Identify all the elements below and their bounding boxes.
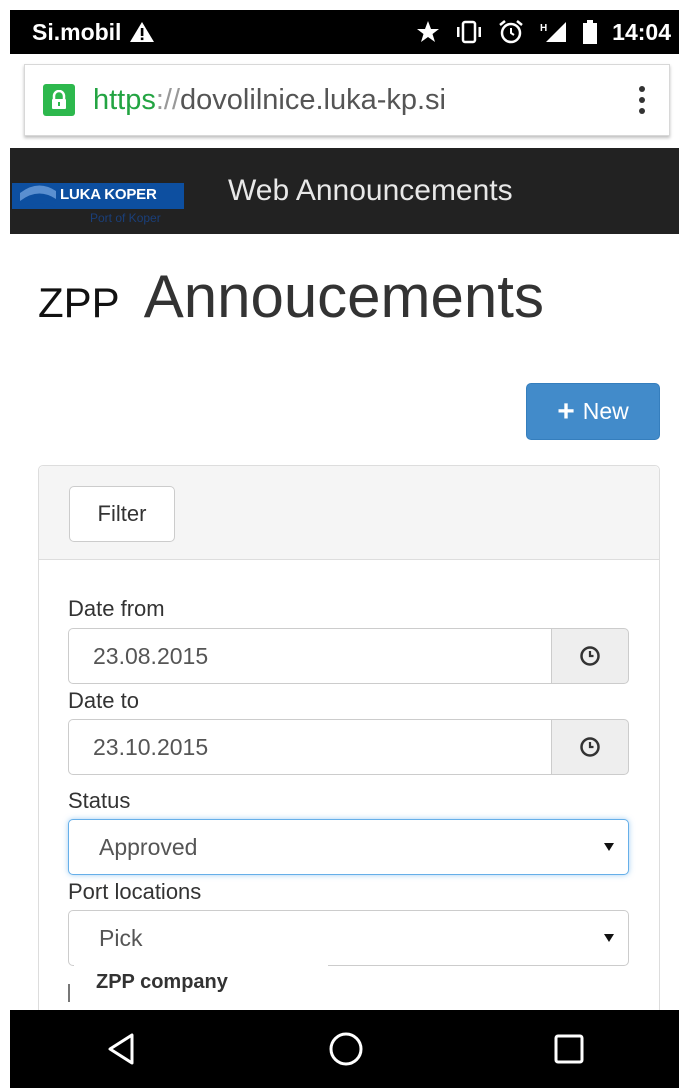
status-select-value: Approved bbox=[99, 833, 198, 860]
partial-label-edge bbox=[68, 984, 70, 1002]
vibrate-icon bbox=[457, 20, 482, 44]
date-from-input[interactable]: 23.08.2015 bbox=[68, 628, 551, 684]
date-from-group: 23.08.2015 bbox=[68, 628, 629, 684]
filter-panel-heading: Filter bbox=[39, 466, 659, 560]
date-from-picker-button[interactable] bbox=[551, 628, 629, 684]
url-separator: :// bbox=[155, 83, 181, 116]
back-icon[interactable] bbox=[104, 1031, 140, 1067]
url-scheme: https bbox=[93, 83, 156, 116]
battery-icon bbox=[583, 20, 598, 44]
lock-icon bbox=[43, 84, 75, 116]
clock-icon bbox=[580, 737, 600, 757]
filter-toggle-button[interactable]: Filter bbox=[69, 486, 175, 542]
alarm-icon bbox=[499, 20, 523, 44]
luka-koper-logo[interactable]: LUKA KOPER Port of Koper bbox=[12, 161, 184, 225]
date-to-input[interactable]: 23.10.2015 bbox=[68, 719, 551, 775]
page-title: ZPP Annoucements bbox=[38, 262, 544, 331]
status-bar: Si.mobil H 14:04 bbox=[10, 10, 679, 54]
warning-icon bbox=[130, 22, 155, 42]
home-icon[interactable] bbox=[327, 1030, 365, 1068]
new-button-label: New bbox=[582, 398, 629, 424]
status-select[interactable]: Approved bbox=[68, 819, 629, 875]
zpp-company-option[interactable]: ZPP company bbox=[74, 960, 328, 1004]
logo-subtext: Port of Koper bbox=[90, 211, 161, 225]
signal-icon: H bbox=[540, 22, 567, 42]
date-to-group: 23.10.2015 bbox=[68, 719, 629, 775]
page-title-prefix: ZPP bbox=[38, 279, 120, 326]
status-left: Si.mobil bbox=[32, 19, 155, 46]
logo-wave-icon bbox=[20, 185, 56, 209]
plus-icon: + bbox=[557, 394, 575, 428]
status-label: Status bbox=[68, 788, 131, 813]
date-to-picker-button[interactable] bbox=[551, 719, 629, 775]
url-host: dovolilnice.luka-kp.si bbox=[180, 83, 447, 116]
android-nav-bar bbox=[10, 1010, 679, 1088]
date-from-label: Date from bbox=[68, 596, 165, 621]
app-navbar: LUKA KOPER Port of Koper Web Announcemen… bbox=[10, 148, 679, 234]
logo-text: LUKA KOPER bbox=[60, 186, 157, 203]
url-text[interactable]: https://dovolilnice.luka-kp.si bbox=[93, 84, 633, 117]
date-to-label: Date to bbox=[68, 688, 139, 713]
browser-menu-icon[interactable] bbox=[633, 86, 651, 114]
status-icons: H 14:04 bbox=[416, 19, 671, 46]
port-locations-select[interactable]: Pick bbox=[68, 910, 629, 966]
chevron-down-icon bbox=[604, 843, 614, 851]
clock-time: 14:04 bbox=[612, 18, 671, 45]
new-announcement-button[interactable]: + New bbox=[526, 383, 660, 440]
chevron-down-icon bbox=[604, 934, 614, 942]
navbar-brand[interactable]: Web Announcements bbox=[228, 174, 513, 208]
clock-icon bbox=[580, 646, 600, 666]
port-locations-select-value: Pick bbox=[99, 924, 143, 951]
page-title-main: Annoucements bbox=[143, 263, 544, 330]
carrier-name: Si.mobil bbox=[32, 18, 122, 45]
port-locations-label: Port locations bbox=[68, 879, 202, 904]
svg-text:H: H bbox=[540, 23, 547, 34]
browser-url-bar[interactable]: https://dovolilnice.luka-kp.si bbox=[24, 64, 670, 136]
star-icon bbox=[417, 21, 440, 42]
recents-icon[interactable] bbox=[552, 1032, 586, 1066]
